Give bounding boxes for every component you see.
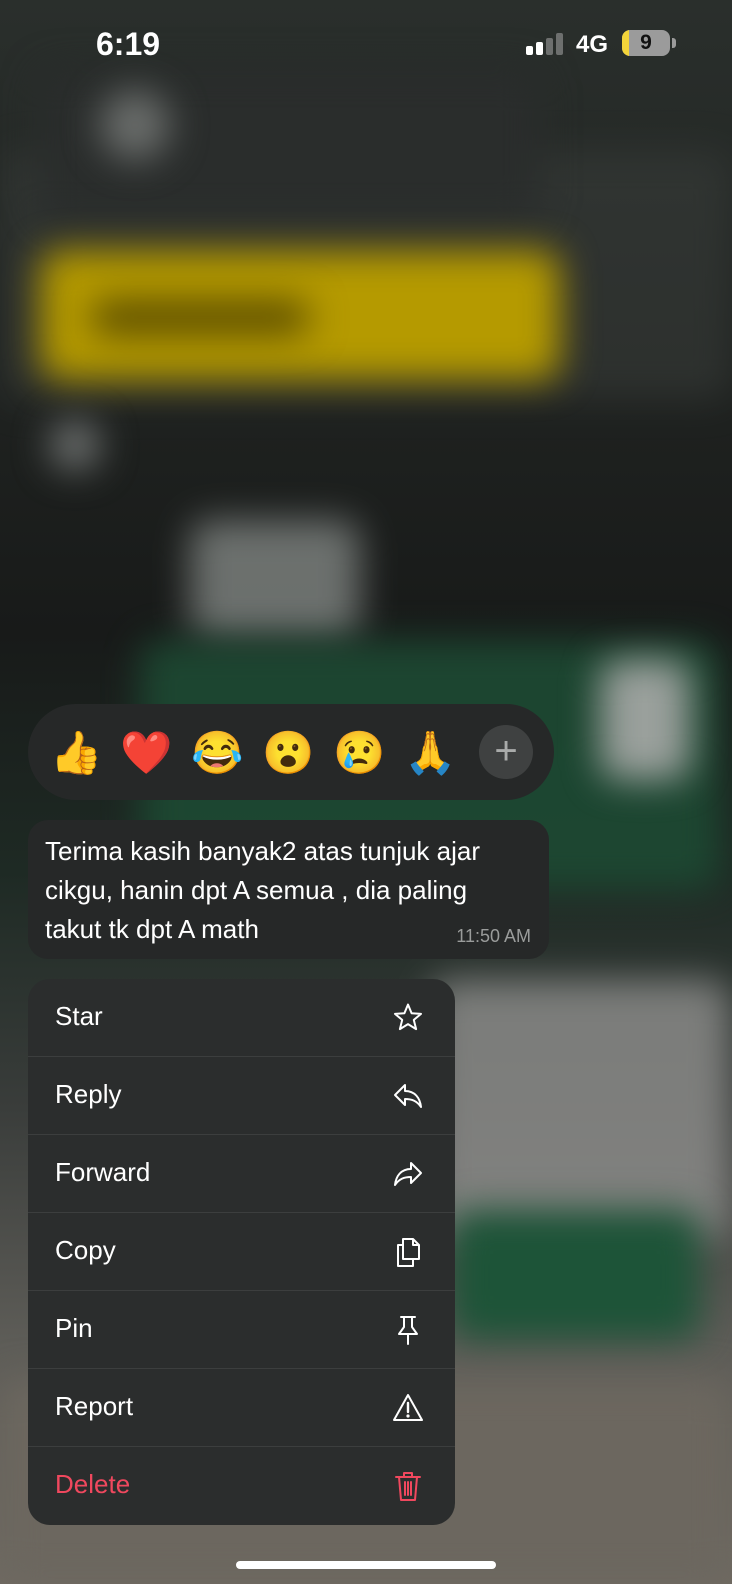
menu-item-report[interactable]: Report	[28, 1369, 455, 1447]
menu-item-delete[interactable]: Delete	[28, 1447, 455, 1525]
home-indicator[interactable]	[236, 1561, 496, 1569]
pin-icon	[398, 1316, 418, 1345]
message-text: Terima kasih banyak2 atas tunjuk ajar ci…	[45, 836, 481, 944]
battery-cap	[672, 38, 676, 48]
signal-bar	[556, 33, 563, 55]
menu-item-label: Copy	[55, 1235, 116, 1265]
network-type: 4G	[576, 31, 609, 58]
status-bar: 6:19 4G 9	[0, 0, 732, 90]
background-blur	[90, 300, 310, 335]
add-reaction-button[interactable]: +	[479, 725, 533, 779]
warning-icon	[393, 1394, 423, 1421]
background-blur	[50, 420, 100, 470]
signal-bar	[526, 46, 533, 55]
menu-item-label: Reply	[55, 1079, 122, 1109]
status-time: 6:19	[96, 26, 161, 62]
menu-item-label: Report	[55, 1391, 134, 1421]
menu-item-label: Delete	[55, 1469, 131, 1499]
reaction-heart[interactable]: ❤️	[120, 728, 172, 778]
background-blur	[450, 1210, 700, 1340]
reaction-thumbs-up[interactable]: 👍	[50, 728, 102, 778]
battery-icon: 9	[622, 30, 670, 56]
signal-bar	[536, 42, 543, 55]
forward-icon	[394, 1162, 422, 1186]
menu-item-pin[interactable]: Pin	[28, 1291, 455, 1369]
menu-item-label: Star	[55, 1001, 103, 1031]
menu-item-label: Forward	[55, 1157, 151, 1187]
trash-icon	[395, 1472, 421, 1501]
message-bubble[interactable]: Terima kasih banyak2 atas tunjuk ajar ci…	[28, 820, 549, 959]
reaction-sad[interactable]: 😢	[333, 728, 385, 778]
screen: 6:19 4G 9 👍 ❤️ 😂 😮 😢 🙏 + Terima kasih ba…	[0, 0, 732, 1584]
reaction-laugh[interactable]: 😂	[191, 728, 243, 778]
background-blur	[430, 980, 730, 1240]
background-blur	[190, 520, 360, 640]
menu-item-label: Pin	[55, 1313, 93, 1343]
copy-icon	[397, 1238, 420, 1267]
cellular-signal-icon	[526, 33, 563, 55]
plus-icon: +	[494, 729, 518, 773]
battery-level: 9	[640, 31, 652, 54]
reaction-pray[interactable]: 🙏	[404, 728, 456, 778]
signal-bar	[546, 38, 553, 55]
reaction-surprised[interactable]: 😮	[262, 728, 314, 778]
background-blur	[100, 90, 170, 160]
menu-item-reply[interactable]: Reply	[28, 1057, 455, 1135]
message-timestamp: 11:50 AM	[456, 926, 531, 946]
background-blur	[600, 660, 690, 780]
menu-item-forward[interactable]: Forward	[28, 1135, 455, 1213]
star-icon	[394, 1003, 422, 1031]
menu-item-copy[interactable]: Copy	[28, 1213, 455, 1291]
reply-icon	[394, 1084, 422, 1108]
reaction-bar: 👍 ❤️ 😂 😮 😢 🙏 +	[28, 704, 554, 800]
message-context-menu: Star Reply Forward Copy Pin Report Delet…	[28, 979, 455, 1525]
menu-item-star[interactable]: Star	[28, 979, 455, 1057]
